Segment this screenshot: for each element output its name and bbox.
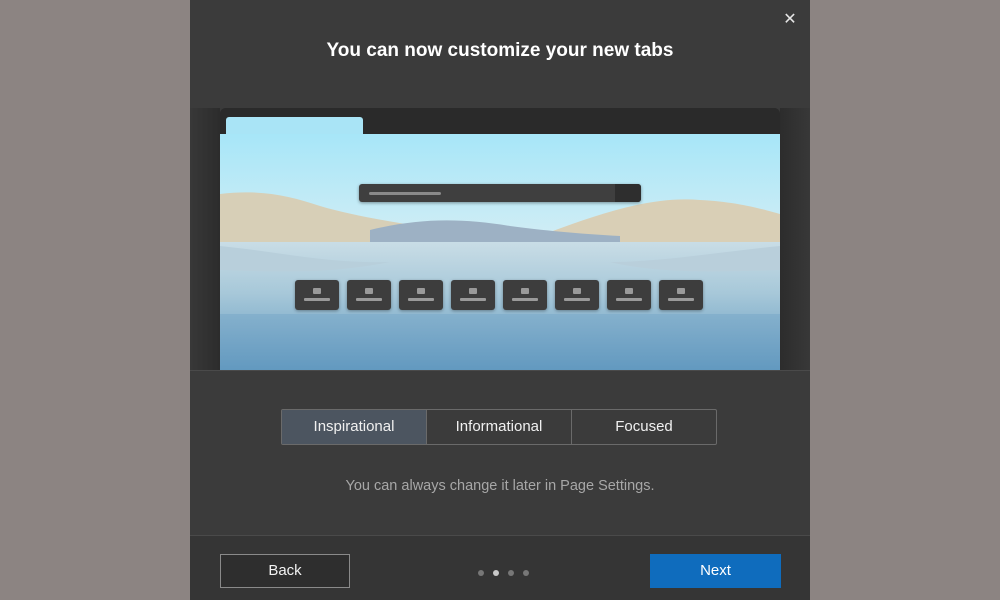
preview-shadow-right xyxy=(780,108,810,370)
tile-icon xyxy=(573,288,581,294)
active-tab xyxy=(226,117,363,134)
dialog-footer: Back Next xyxy=(190,535,810,600)
tile-label-line xyxy=(304,298,330,301)
separator xyxy=(190,370,810,371)
settings-hint: You can always change it later in Page S… xyxy=(345,478,655,494)
tile-label-line xyxy=(668,298,694,301)
tile-icon xyxy=(521,288,529,294)
layout-option-focused[interactable]: Focused xyxy=(571,410,716,444)
quick-link-tile xyxy=(451,280,495,310)
layout-selector: Inspirational Informational Focused xyxy=(281,409,717,445)
tile-label-line xyxy=(512,298,538,301)
page-dot xyxy=(508,570,514,576)
close-icon[interactable]: ✕ xyxy=(780,10,800,30)
tile-label-line xyxy=(564,298,590,301)
tile-label-line xyxy=(356,298,382,301)
browser-mockup xyxy=(220,108,780,370)
quick-link-tile xyxy=(555,280,599,310)
quick-link-tile xyxy=(295,280,339,310)
tile-icon xyxy=(365,288,373,294)
tile-label-line xyxy=(460,298,486,301)
layout-option-inspirational[interactable]: Inspirational xyxy=(282,410,426,444)
page-dot xyxy=(478,570,484,576)
layout-option-informational[interactable]: Informational xyxy=(426,410,571,444)
landscape-illustration xyxy=(220,134,780,370)
quick-link-tile xyxy=(503,280,547,310)
page-indicator xyxy=(478,570,530,578)
tile-label-line xyxy=(408,298,434,301)
tile-icon xyxy=(677,288,685,294)
tile-icon xyxy=(625,288,633,294)
preview-shadow-left xyxy=(190,108,220,370)
page-dot xyxy=(523,570,529,576)
next-button[interactable]: Next xyxy=(650,554,781,588)
background-image xyxy=(220,134,780,370)
search-box xyxy=(359,184,641,202)
page-dot xyxy=(493,570,499,576)
tile-icon xyxy=(313,288,321,294)
quick-link-tile xyxy=(399,280,443,310)
quick-link-tile xyxy=(607,280,651,310)
back-button[interactable]: Back xyxy=(220,554,350,588)
search-button xyxy=(615,184,641,202)
quick-link-tile xyxy=(347,280,391,310)
search-placeholder-line xyxy=(369,192,441,195)
quick-links xyxy=(295,280,715,310)
tab-strip xyxy=(220,108,780,134)
tile-icon xyxy=(469,288,477,294)
tile-icon xyxy=(417,288,425,294)
tile-label-line xyxy=(616,298,642,301)
dialog-title: You can now customize your new tabs xyxy=(326,40,674,61)
new-tab-preview xyxy=(190,108,810,370)
customize-new-tab-dialog: ✕ You can now customize your new tabs In… xyxy=(190,0,810,600)
quick-link-tile xyxy=(659,280,703,310)
